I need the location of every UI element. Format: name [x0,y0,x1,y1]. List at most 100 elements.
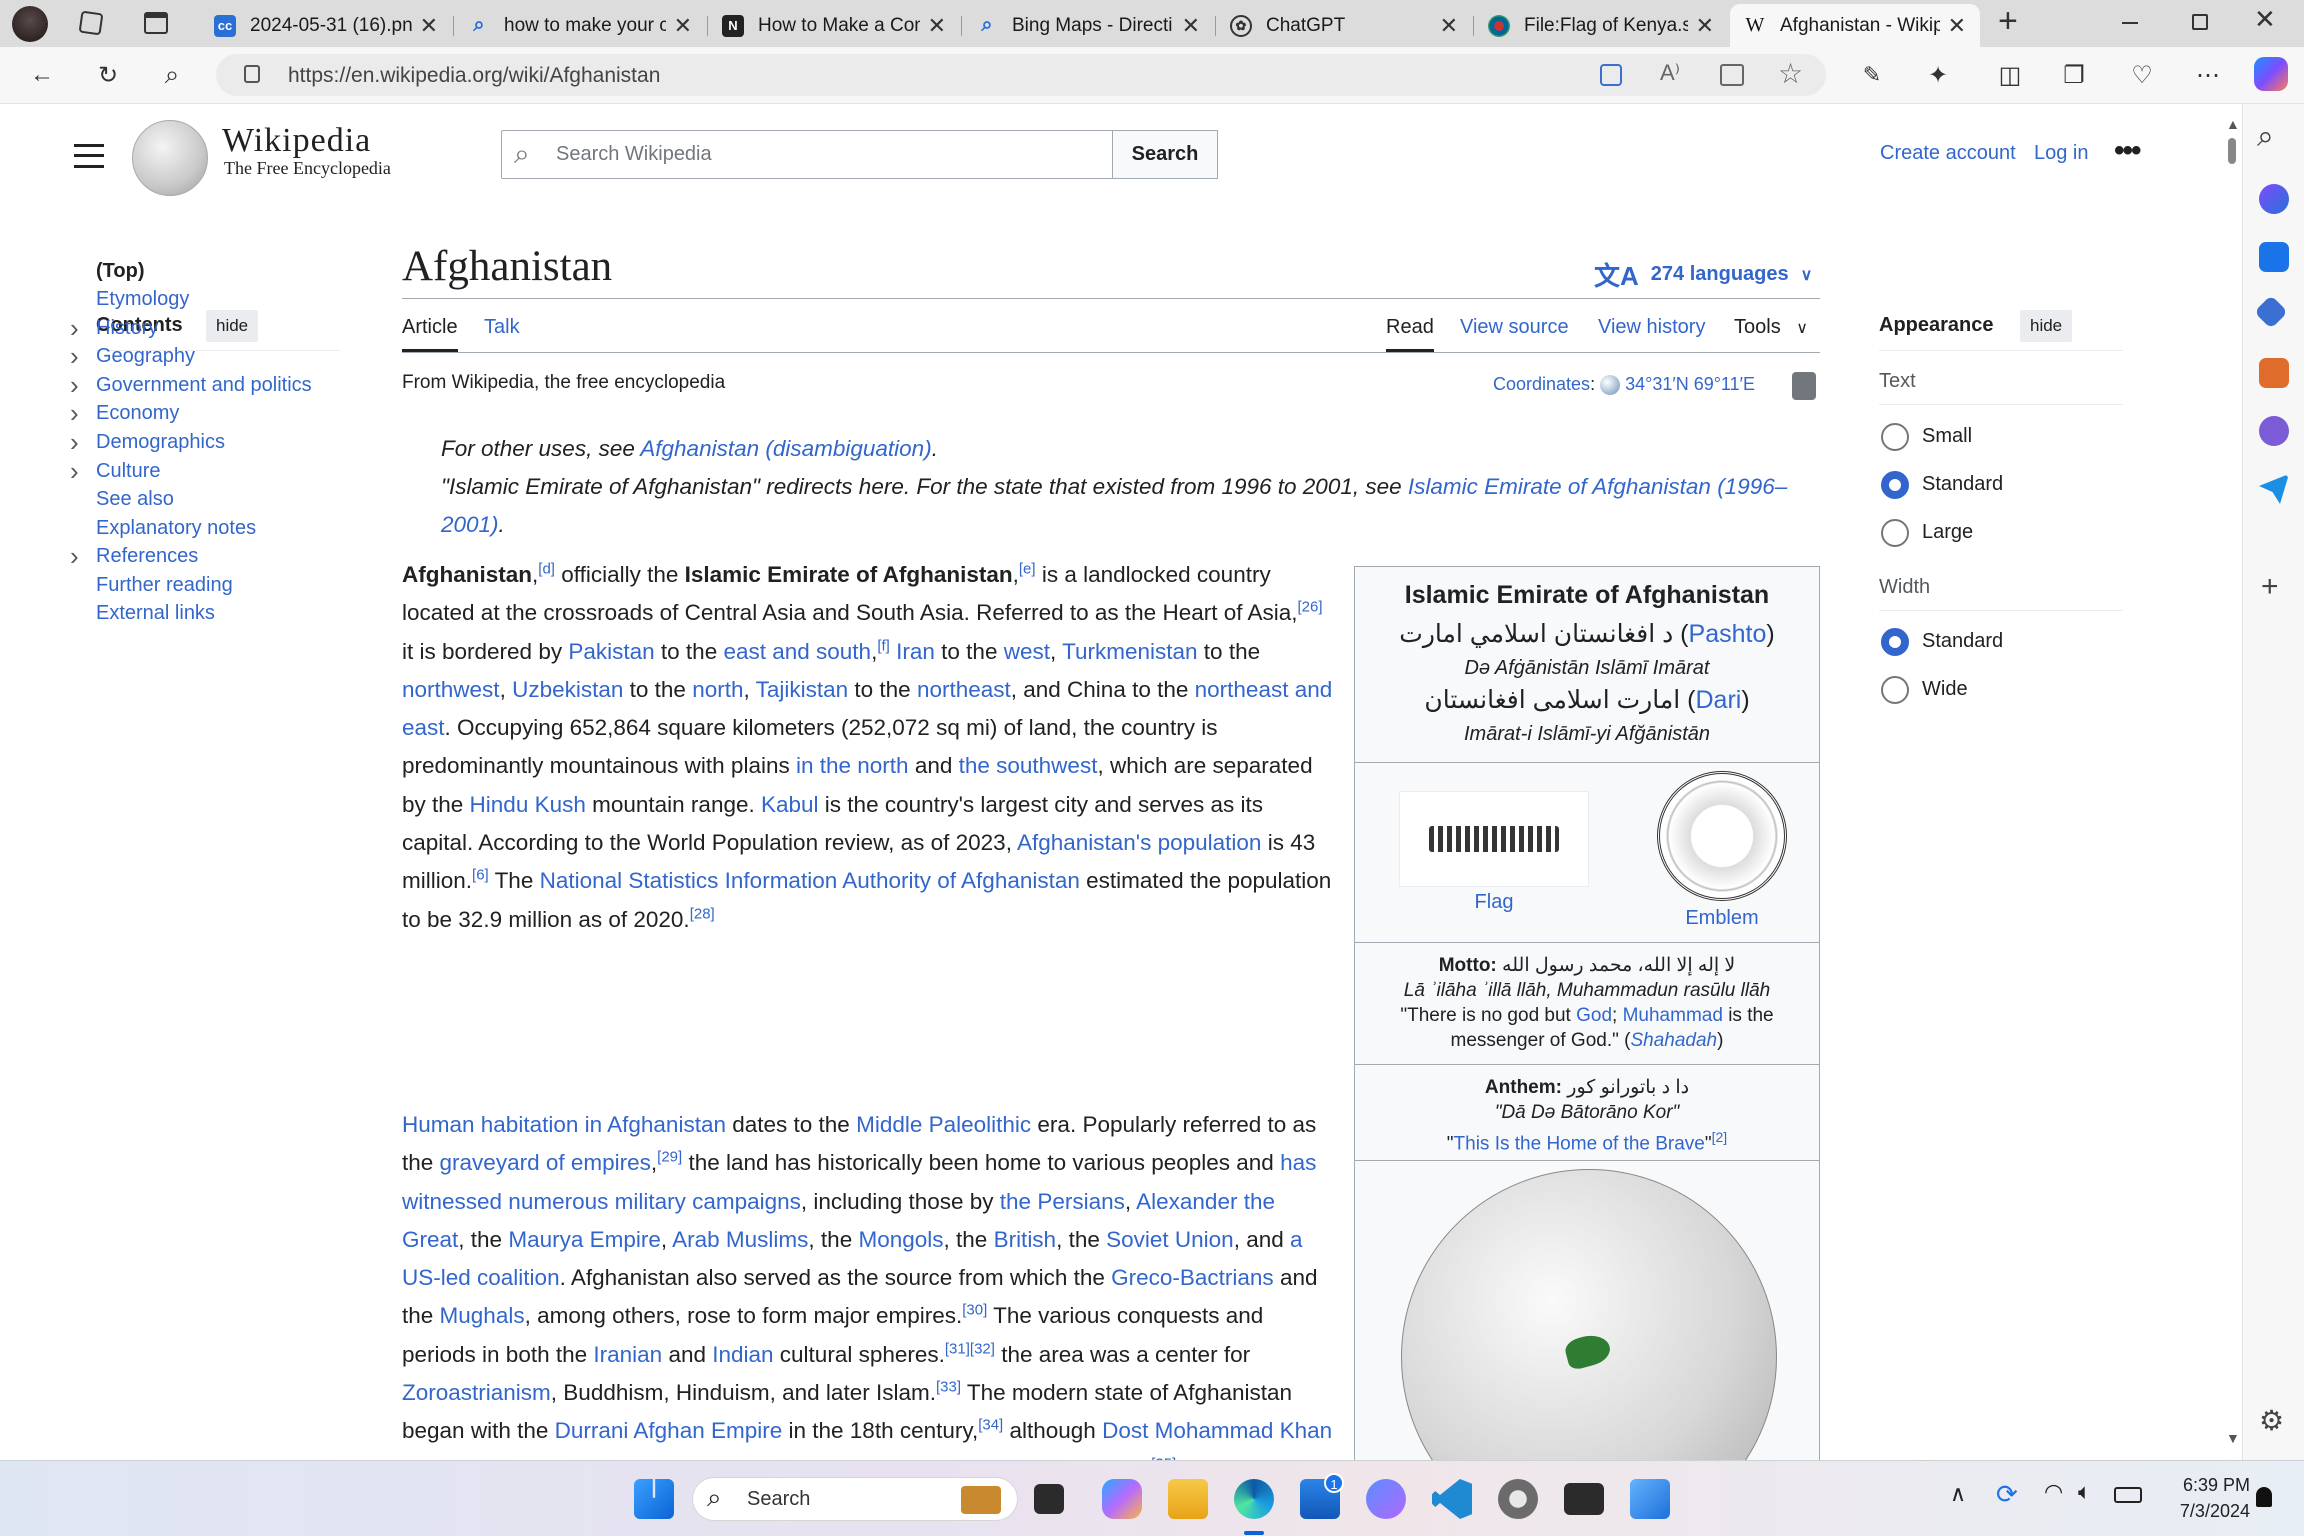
copilot-drawing-icon[interactable]: ✎ [1852,55,1892,95]
sidebar-settings-icon[interactable]: ⚙ [2259,1404,2284,1437]
microsoft-store-icon[interactable]: 1 [1300,1473,1344,1519]
scroll-up-arrow[interactable]: ▲ [2226,116,2240,132]
toc-item[interactable]: (Top) [96,260,145,283]
radio-button[interactable] [1881,676,1909,704]
toc-hide-button[interactable]: hide [206,310,259,342]
games-icon[interactable] [2259,416,2289,446]
page-scrollbar[interactable]: ▲ ▼ [2222,104,2242,1460]
lock-protection-icon[interactable] [1792,372,1816,400]
start-button[interactable] [634,1479,674,1519]
toc-item[interactable]: History [96,317,158,340]
tab-screenshot[interactable]: cc 2024-05-31 (16).png ✕ [200,4,452,47]
copilot-sidebar-icon[interactable] [2259,184,2289,214]
appearance-hide-button[interactable]: hide [2020,310,2073,342]
close-icon[interactable]: ✕ [1696,13,1714,39]
toc-item[interactable]: See also [96,488,174,511]
dari-link[interactable]: Dari [1695,686,1741,714]
collections-icon[interactable]: ❐ [2054,55,2094,95]
favorite-star-icon[interactable]: ☆ [1778,57,1803,90]
scrollbar-thumb[interactable] [2228,138,2236,164]
pashto-link[interactable]: Pashto [1689,620,1767,648]
tab-flag-of-kenya[interactable]: File:Flag of Kenya.sv ✕ [1474,4,1728,47]
close-icon[interactable]: ✕ [1948,13,1966,39]
volume-icon[interactable]: 🔈︎ [2078,1479,2091,1505]
close-icon[interactable]: ✕ [1440,13,1458,39]
outlook-icon[interactable] [2259,242,2289,272]
shahadah-link[interactable]: Shahadah [1630,1030,1717,1051]
emblem-image[interactable] [1657,771,1787,901]
more-menu-icon[interactable]: ⋯ [2188,55,2228,95]
emblem-caption[interactable]: Emblem [1657,907,1787,930]
tab-bing-search[interactable]: ⌕ how to make your c ✕ [454,4,706,47]
radio-label[interactable]: Wide [1922,678,1968,701]
chevron-right-icon[interactable]: › [70,398,79,429]
task-view-icon[interactable] [1034,1484,1064,1514]
god-link[interactable]: God [1576,1005,1612,1026]
scroll-down-arrow[interactable]: ▼ [2226,1430,2240,1446]
vertical-tabs-icon[interactable] [144,12,168,34]
tab-bing-maps[interactable]: ⌕ Bing Maps - Directi ✕ [962,4,1214,47]
settings-icon[interactable] [1498,1479,1538,1519]
lock-icon[interactable] [244,65,260,83]
tab-wikihow[interactable]: N How to Make a Con ✕ [708,4,960,47]
wikipedia-wordmark[interactable]: Wikipedia [222,122,371,160]
radio-button[interactable] [1881,423,1909,451]
show-hidden-icons[interactable]: ∧ [1950,1481,1966,1507]
radio-button[interactable] [1881,519,1909,547]
new-tab-button[interactable]: + [1998,2,2018,41]
app-available-icon[interactable] [1600,64,1622,86]
chevron-right-icon[interactable]: › [70,456,79,487]
shopping-tag-icon[interactable] [2254,295,2288,329]
split-screen-icon[interactable]: ◫ [1990,55,2030,95]
radio-label[interactable]: Large [1922,521,1973,544]
tab-article[interactable]: Article [402,316,458,352]
minimize-button[interactable] [2122,22,2138,24]
anthem-link[interactable]: This Is the Home of the Brave [1454,1133,1705,1154]
radio-label[interactable]: Small [1922,425,1972,448]
radio-label[interactable]: Standard [1922,630,2003,653]
tools-briefcase-icon[interactable] [2259,358,2289,388]
wikipedia-globe-logo[interactable] [132,120,208,196]
wifi-icon[interactable]: ◠ [2044,1479,2063,1505]
toc-item[interactable]: Culture [96,460,160,483]
browser-essentials-icon[interactable]: ♡ [2122,55,2162,95]
language-button[interactable]: 文A 274 languages ∨ [1594,256,1812,293]
copilot-pro-icon[interactable] [1366,1479,1406,1519]
back-button[interactable]: ← [22,55,62,95]
paint-icon[interactable] [1630,1479,1670,1519]
file-explorer-icon[interactable] [1168,1479,1208,1519]
flag-image[interactable] [1399,791,1589,887]
chevron-right-icon[interactable]: › [70,370,79,401]
clock-time[interactable]: 6:39 PM [2166,1475,2250,1496]
taskbar-search-box[interactable]: ⌕ Search [692,1477,1018,1521]
immersive-reader-icon[interactable] [1720,64,1744,86]
user-menu-icon[interactable]: ••• [2114,134,2141,168]
tab-afghanistan-wikipedia[interactable]: W Afghanistan - Wikip ✕ [1730,4,1980,47]
chevron-right-icon[interactable]: › [70,313,79,344]
terminal-icon[interactable] [1564,1483,1604,1515]
create-account-link[interactable]: Create account [1880,142,2016,165]
globe-icon[interactable] [1600,375,1621,396]
tab-view-history[interactable]: View history [1598,316,1705,339]
sync-icon[interactable]: ⟳ [1996,1479,2018,1510]
radio-button[interactable] [1881,471,1909,499]
chevron-right-icon[interactable]: › [70,541,79,572]
tab-chatgpt[interactable]: ✿ ChatGPT ✕ [1216,4,1472,47]
url-text[interactable]: https://en.wikipedia.org/wiki/Afghanista… [288,64,660,88]
chevron-right-icon[interactable]: › [70,427,79,458]
radio-label[interactable]: Standard [1922,473,2003,496]
toc-item[interactable]: Etymology [96,288,189,311]
send-icon[interactable] [2259,474,2289,504]
vscode-icon[interactable] [1432,1479,1472,1519]
toc-item[interactable]: Economy [96,402,179,425]
search-icon[interactable]: ⌕ [2257,120,2274,154]
close-icon[interactable]: ✕ [928,13,946,39]
muhammad-link[interactable]: Muhammad [1623,1005,1723,1026]
close-icon[interactable]: ✕ [420,13,438,39]
tools-menu[interactable]: Tools ∨ [1734,316,1808,339]
toc-item[interactable]: Explanatory notes [96,517,256,540]
radio-button[interactable] [1881,628,1909,656]
clock-date[interactable]: 7/3/2024 [2166,1501,2250,1522]
tab-read[interactable]: Read [1386,316,1434,352]
close-icon[interactable]: ✕ [1182,13,1200,39]
